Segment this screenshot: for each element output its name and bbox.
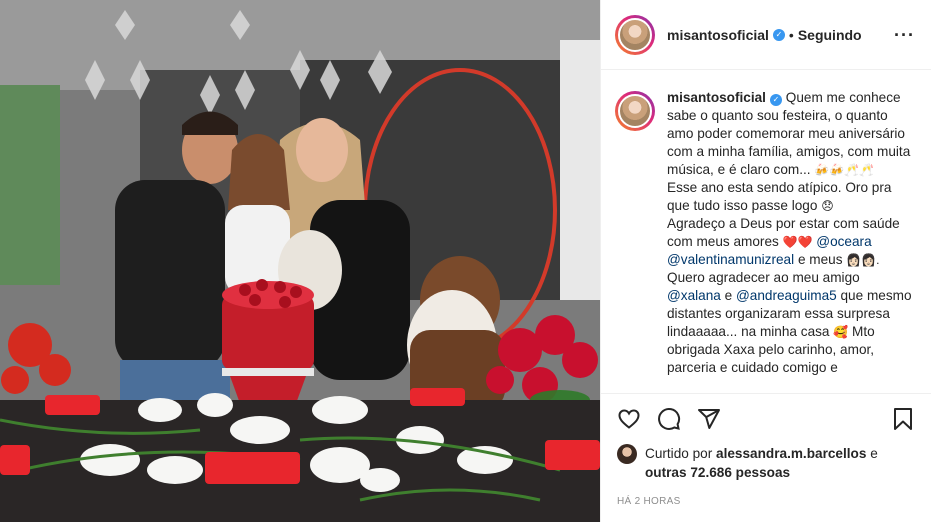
heart-icon[interactable] xyxy=(617,407,641,431)
following-button[interactable]: Seguindo xyxy=(798,27,862,43)
more-options-icon[interactable]: ··· xyxy=(894,26,915,44)
likes-text: Curtido por alessandra.m.barcellos e out… xyxy=(645,444,915,482)
mention-valentinamunizreal[interactable]: @valentinamunizreal xyxy=(667,252,794,267)
caption-text: misantosoficial ✓ Quem me conhece sabe o … xyxy=(667,89,913,393)
mention-xalana[interactable]: @xalana xyxy=(667,288,721,303)
mention-andreaguima5[interactable]: @andreaguima5 xyxy=(736,288,837,303)
sad-emoji: 😞 xyxy=(821,199,834,213)
verified-badge-icon: ✓ xyxy=(772,28,785,41)
bookmark-icon[interactable] xyxy=(891,407,915,431)
avatar-image xyxy=(618,17,652,52)
post-header: misantosoficial ✓ • Seguindo ··· xyxy=(601,0,931,70)
liker-avatar[interactable] xyxy=(617,444,637,464)
header-username[interactable]: misantosoficial xyxy=(667,27,769,43)
caption-username[interactable]: misantosoficial xyxy=(667,90,766,105)
header-separator: • xyxy=(788,26,794,43)
caption-line-2: Esse ano esta sendo atípico. Oro pra que… xyxy=(667,180,892,213)
caption-line-4a: Quero agradecer ao meu amigo xyxy=(667,270,860,285)
likes-count[interactable]: outras 72.686 pessoas xyxy=(645,465,790,480)
caption-line-3b: e meus xyxy=(797,252,843,267)
smiling-hearts-emoji: 🥰 xyxy=(833,325,849,339)
comment-icon[interactable] xyxy=(657,407,681,431)
post-actions: Curtido por alessandra.m.barcellos e out… xyxy=(601,393,931,522)
woman-emoji: 👩🏻👩🏻. xyxy=(846,253,880,267)
post-timestamp[interactable]: HÁ 2 HORAS xyxy=(617,496,915,507)
caption-line-4e: e xyxy=(724,288,733,303)
likes-mid: e xyxy=(870,446,878,461)
mention-oceara[interactable]: @oceara xyxy=(816,234,871,249)
post-caption: misantosoficial ✓ Quem me conhece sabe o … xyxy=(601,71,931,393)
post-photo[interactable] xyxy=(0,0,600,522)
likes-summary: Curtido por alessandra.m.barcellos e out… xyxy=(617,444,915,482)
header-avatar[interactable] xyxy=(615,14,655,55)
heart-emoji: ❤️❤️ xyxy=(782,235,813,249)
verified-badge-icon: ✓ xyxy=(769,94,782,106)
liker-username[interactable]: alessandra.m.barcellos xyxy=(716,446,866,461)
birthday-family-photo xyxy=(0,0,600,522)
post-side-panel: misantosoficial ✓ • Seguindo ··· misanto… xyxy=(600,0,931,522)
beer-emoji: 🍻🍻🥂🥂 xyxy=(814,163,875,177)
instagram-post-modal: misantosoficial ✓ • Seguindo ··· misanto… xyxy=(0,0,931,522)
likes-prefix: Curtido por xyxy=(645,446,713,461)
action-icons xyxy=(617,394,915,444)
share-icon[interactable] xyxy=(697,407,721,431)
caption-avatar[interactable] xyxy=(615,91,655,131)
avatar-image xyxy=(618,94,652,128)
